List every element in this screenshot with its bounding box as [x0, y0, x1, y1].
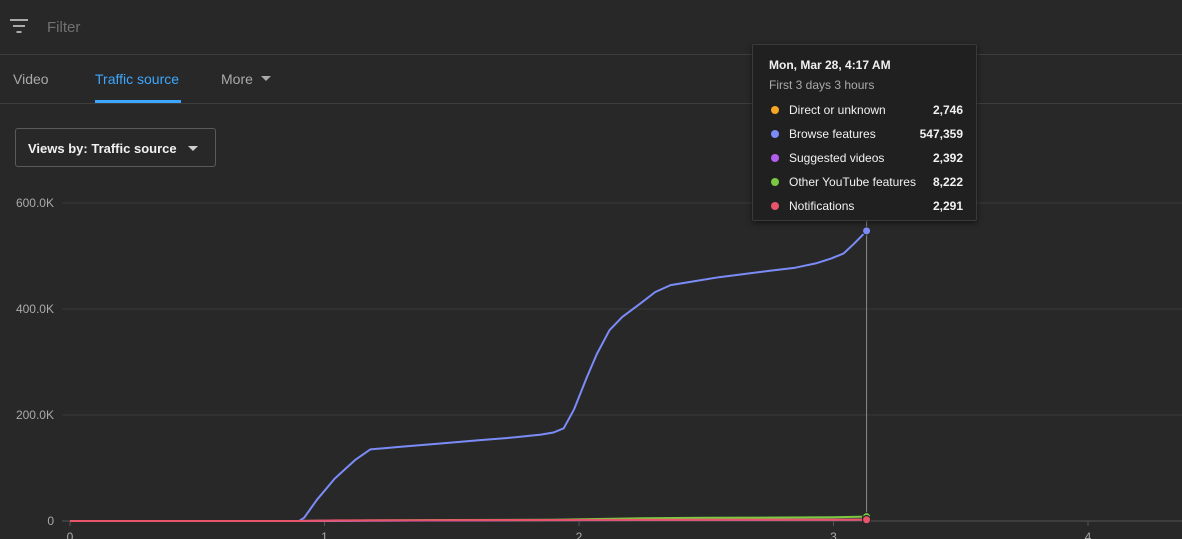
y-tick-label: 400.0K [16, 302, 54, 316]
tooltip-row-value: 8,222 [932, 175, 963, 189]
series-line-browse-features [70, 230, 868, 522]
tooltip-subtitle: First 3 days 3 hours [769, 78, 875, 92]
legend-dot [771, 130, 779, 138]
x-tick-label: 0 [67, 530, 74, 539]
chart-gridlines [62, 202, 1182, 522]
traffic-source-line-chart[interactable]: 0 200.0K 400.0K 600.0K 0 1 2 3 4 [0, 0, 1182, 539]
tooltip-row-value: 2,392 [932, 151, 963, 165]
tooltip-row-name: Notifications [789, 199, 855, 213]
legend-dot [771, 178, 779, 186]
chart-tooltip: Mon, Mar 28, 4:17 AM First 3 days 3 hour… [752, 44, 977, 221]
tooltip-row-value: 2,291 [932, 199, 963, 213]
x-axis-tick-labels: 0 1 2 3 4 [67, 521, 1092, 539]
legend-dot [771, 154, 779, 162]
x-tick-label: 4 [1085, 530, 1092, 539]
tooltip-row-value: 2,746 [932, 103, 963, 117]
tooltip-row-name: Direct or unknown [789, 103, 886, 117]
tooltip-row-browse: Browse features 547,359 [769, 126, 963, 142]
tooltip-row-other: Other YouTube features 8,222 [769, 174, 963, 190]
tooltip-row-name: Other YouTube features [789, 175, 916, 189]
tooltip-title: Mon, Mar 28, 4:17 AM [769, 58, 891, 72]
tooltip-row-name: Suggested videos [789, 151, 885, 165]
legend-dot [771, 202, 779, 210]
chart-series [70, 230, 868, 522]
tooltip-row-name: Browse features [789, 127, 876, 141]
tooltip-row-direct: Direct or unknown 2,746 [769, 102, 963, 118]
legend-dot [771, 106, 779, 114]
x-tick-label: 2 [576, 530, 583, 539]
hover-dot [862, 515, 872, 525]
hover-dot [862, 226, 872, 236]
tooltip-row-suggested: Suggested videos 2,392 [769, 150, 963, 166]
y-tick-label: 0 [47, 514, 54, 528]
y-tick-label: 200.0K [16, 408, 54, 422]
y-tick-label: 600.0K [16, 196, 54, 210]
x-tick-label: 1 [321, 530, 328, 539]
y-axis-tick-labels: 0 200.0K 400.0K 600.0K [16, 196, 54, 528]
x-tick-label: 3 [830, 530, 837, 539]
tooltip-row-value: 547,359 [919, 127, 963, 141]
tooltip-row-notifications: Notifications 2,291 [769, 198, 963, 214]
